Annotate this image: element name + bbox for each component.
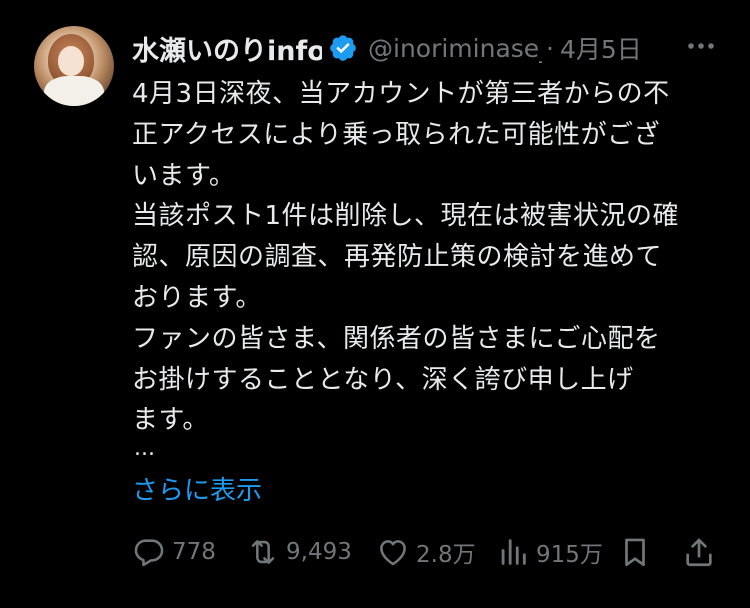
post-card[interactable]: 水瀬いのりinfo @inoriminase_info · 4月5日 4月3日深… (0, 0, 750, 608)
post-body-line: 認、原因の調査、再発防止策の検討を進めて (132, 242, 663, 273)
reply-bubble-icon (134, 539, 164, 567)
verified-badge-icon (330, 35, 356, 61)
post-body-line: ファンの皆さま、関係者の皆さまにご心配を (132, 323, 661, 354)
bookmark-button[interactable] (618, 530, 652, 574)
author-display-name[interactable]: 水瀬いのりinfo (132, 29, 322, 68)
author-handle[interactable]: @inoriminase_info (368, 34, 542, 63)
like-count: 2.8万 (416, 542, 476, 568)
share-upload-icon (686, 538, 712, 567)
header-separator: · (546, 33, 554, 63)
post-body-line: お掛けすることとなり、深く誇び申し上げ (132, 364, 634, 395)
avatar-face (58, 46, 84, 76)
post-body-line: います。 (132, 160, 236, 191)
bar-chart-icon (501, 539, 526, 565)
post-body-line: 4月3日深夜、当アカウントが第三者からの不 (132, 79, 670, 109)
reply-count: 778 (172, 539, 216, 565)
bookmark-icon (625, 538, 645, 567)
repost-button[interactable]: 9,493 (246, 530, 352, 574)
action-bar: 778 9,493 2.8万 915万 (132, 530, 722, 574)
post-date[interactable]: 4月5日 (560, 30, 642, 66)
like-button[interactable]: 2.8万 (376, 530, 476, 574)
post-body-line: おります。 (132, 282, 262, 313)
post-body-line: ます。 (132, 405, 209, 436)
repost-count: 9,493 (286, 539, 352, 565)
avatar[interactable] (34, 26, 114, 106)
views-count: 915万 (536, 542, 603, 568)
heart-icon (380, 540, 406, 566)
share-button[interactable] (682, 530, 716, 574)
post-body: 4月3日深夜、当アカウントが第三者からの不 正アクセスにより乗っ取られた可能性が… (132, 74, 722, 441)
more-dots-icon[interactable] (686, 36, 716, 56)
post-header: 水瀬いのりinfo @inoriminase_info · 4月5日 (132, 28, 722, 68)
post-body-line: 当該ポスト1件は削除し、現在は被害状況の確 (132, 201, 680, 232)
post-ellipsis: ... (134, 436, 155, 461)
post-body-line: 正アクセスにより乗っ取られた可能性がござ (132, 119, 661, 150)
show-more-link[interactable]: さらに表示 (132, 470, 262, 507)
repost-arrows-icon (251, 540, 275, 564)
reply-button[interactable]: 778 (132, 530, 216, 574)
views-button[interactable]: 915万 (496, 530, 603, 574)
avatar-body (44, 76, 104, 106)
